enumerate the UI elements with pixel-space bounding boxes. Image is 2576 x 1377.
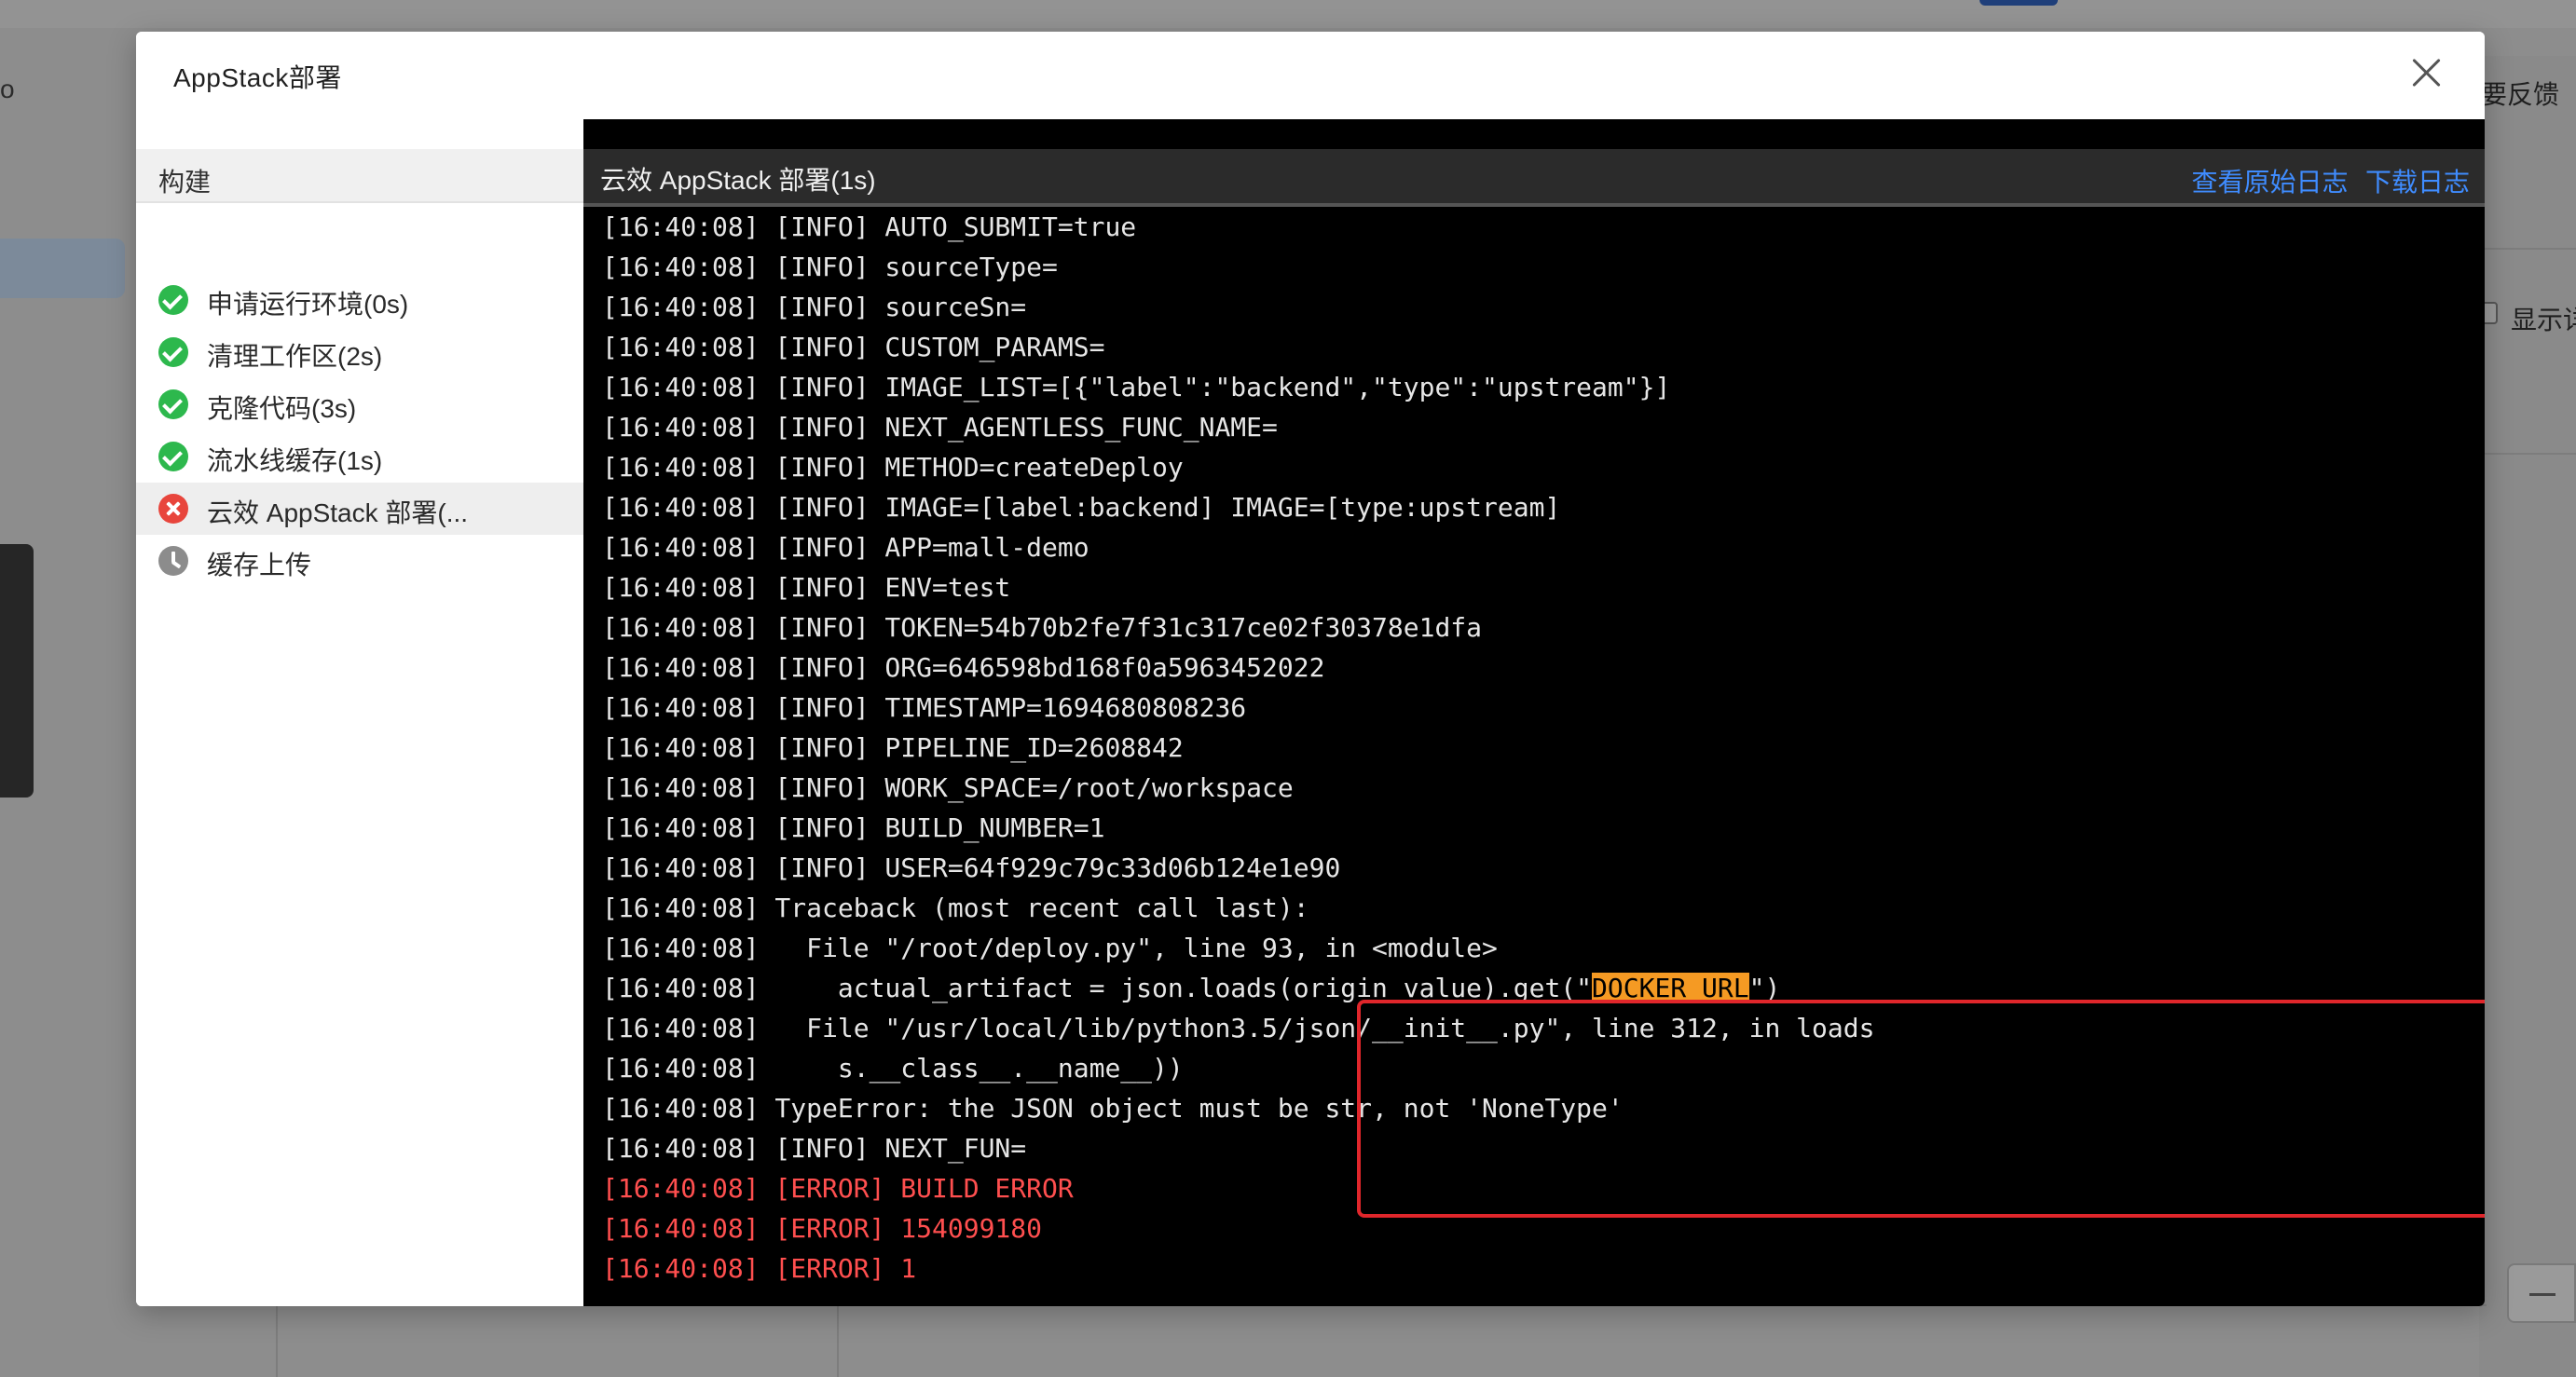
- log-line: [16:40:08] [INFO] BUILD_NUMBER=1: [602, 812, 1105, 843]
- step-label: 流水线缓存(1s): [207, 446, 383, 475]
- background-feedback-link: 要反馈: [2481, 80, 2560, 109]
- dialog-header: AppStack部署: [136, 32, 2485, 119]
- check-circle-icon: [158, 337, 188, 367]
- background-nav-highlight: [0, 239, 125, 298]
- log-line: [16:40:08] [INFO] NEXT_AGENTLESS_FUNC_NA…: [602, 412, 1278, 443]
- log-line: [16:40:08] [INFO] TOKEN=54b70b2fe7f31c31…: [602, 612, 1483, 643]
- background-left-text: o: [0, 75, 15, 103]
- error-circle-icon: [158, 494, 188, 524]
- log-line: [16:40:08] [INFO] IMAGE=[label:backend] …: [602, 492, 1561, 523]
- log-line: [16:40:08] File "/root/deploy.py", line …: [602, 933, 1498, 963]
- background-table-lines: [212, 1304, 2487, 1377]
- log-line: [16:40:08] [INFO] TIMESTAMP=169468080823…: [602, 692, 1247, 723]
- log-line: [16:40:08] [INFO] sourceType=: [602, 252, 1058, 282]
- log-header: 云效 AppStack 部署(1s) 查看原始日志 下载日志: [583, 149, 2485, 203]
- step-item[interactable]: 云效 AppStack 部署(...: [136, 483, 583, 535]
- clock-icon: [158, 546, 188, 576]
- log-line: [16:40:08] Traceback (most recent call l…: [602, 893, 1309, 923]
- build-steps-sidebar: 构建 申请运行环境(0s) 清理工作区(2s) 克隆代码(3s) 流水线缓存(1s) 云…: [136, 119, 583, 1306]
- step-item[interactable]: 缓存上传: [136, 535, 583, 587]
- log-line: [16:40:08] [INFO] METHOD=createDeploy: [602, 452, 1184, 483]
- step-label: 清理工作区(2s): [207, 342, 383, 371]
- log-line: [16:40:08] [INFO] PIPELINE_ID=2608842: [602, 732, 1184, 763]
- background-top-bar: [0, 0, 2576, 28]
- log-line: [16:40:08] [INFO] IMAGE_LIST=[{"label":"…: [602, 372, 1671, 402]
- log-line: [16:40:08] [INFO] sourceSn=: [602, 292, 1027, 322]
- log-panel: 云效 AppStack 部署(1s) 查看原始日志 下载日志 [16:40:08…: [583, 119, 2485, 1306]
- background-divider: [2470, 248, 2576, 250]
- log-actions: 查看原始日志 下载日志: [2179, 162, 2470, 199]
- log-line: [16:40:08] [INFO] APP=mall-demo: [602, 532, 1089, 563]
- log-line: [16:40:08] [INFO] AUTO_SUBMIT=true: [602, 211, 1137, 242]
- step-label: 申请运行环境(0s): [207, 290, 409, 319]
- log-title: 云效 AppStack 部署(1s): [600, 166, 876, 195]
- download-log-link[interactable]: 下载日志: [2365, 168, 2470, 197]
- step-item[interactable]: 流水线缓存(1s): [136, 430, 583, 483]
- background-show-detail-label: 显示详: [2511, 306, 2576, 334]
- log-line: [16:40:08] [INFO] ENV=test: [602, 572, 1011, 603]
- step-item[interactable]: 克隆代码(3s): [136, 378, 583, 430]
- background-dark-tab: [0, 544, 34, 798]
- background-pill: [1980, 0, 2058, 6]
- close-icon[interactable]: [2408, 54, 2446, 91]
- view-raw-log-link[interactable]: 查看原始日志: [2192, 168, 2349, 197]
- check-circle-icon: [158, 285, 188, 315]
- step-list: 申请运行环境(0s) 清理工作区(2s) 克隆代码(3s) 流水线缓存(1s) 云效 A…: [136, 274, 583, 587]
- step-label: 云效 AppStack 部署(...: [207, 498, 469, 527]
- step-label: 克隆代码(3s): [207, 394, 357, 423]
- step-item[interactable]: 清理工作区(2s): [136, 326, 583, 378]
- sidebar-header-label: 构建: [158, 168, 212, 197]
- step-item[interactable]: 申请运行环境(0s): [136, 274, 583, 326]
- dialog-title: AppStack部署: [173, 63, 342, 92]
- background-divider: [2470, 453, 2576, 455]
- step-label: 缓存上传: [207, 551, 312, 579]
- log-line: [16:40:08] [ERROR] 1: [602, 1253, 917, 1284]
- background-right-panel: [2479, 56, 2576, 1377]
- traceback-highlight-box: [1357, 1000, 2485, 1218]
- check-circle-icon: [158, 389, 188, 419]
- log-line: [16:40:08] [INFO] WORK_SPACE=/root/works…: [602, 772, 1294, 803]
- log-line: [16:40:08] [INFO] CUSTOM_PARAMS=: [602, 332, 1105, 362]
- check-circle-icon: [158, 442, 188, 471]
- log-line: [16:40:08] [INFO] ORG=646598bd168f0a5963…: [602, 652, 1325, 683]
- background-collapse-button: [2507, 1263, 2576, 1323]
- deploy-log-dialog: AppStack部署 构建 申请运行环境(0s) 清理工作区(2s) 克隆代码(3s…: [136, 32, 2485, 1306]
- log-line: [16:40:08] [INFO] USER=64f929c79c33d06b1…: [602, 852, 1341, 883]
- sidebar-header: 构建: [136, 149, 583, 203]
